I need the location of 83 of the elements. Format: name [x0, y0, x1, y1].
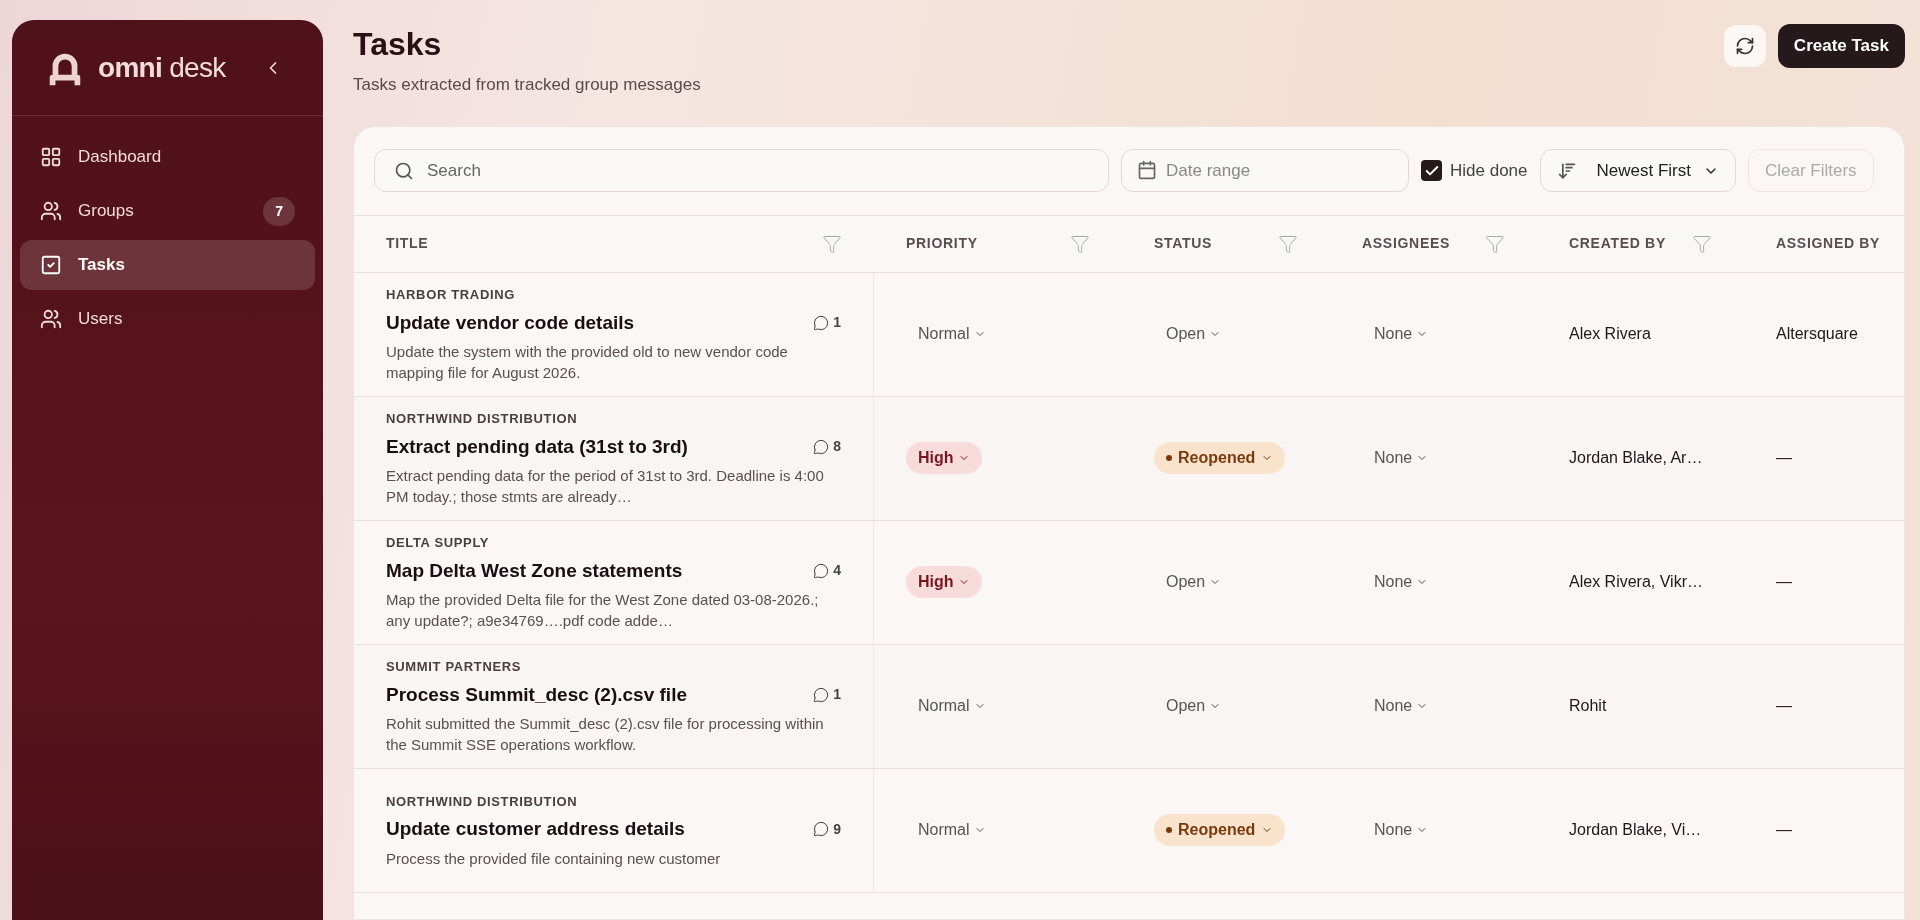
- group-name: HARBOR TRADING: [386, 286, 516, 304]
- comment-icon: [813, 686, 830, 703]
- status-dropdown[interactable]: Open: [1154, 690, 1234, 722]
- search-field[interactable]: Search: [374, 149, 1109, 192]
- priority-dropdown[interactable]: Normal: [906, 814, 998, 846]
- assigned-by: —: [1776, 696, 1792, 716]
- comment-count: 1: [813, 684, 841, 706]
- filter-icon[interactable]: [1692, 233, 1712, 254]
- created-by: Jordan Blake, Vi…: [1569, 820, 1702, 840]
- refresh-icon: [1734, 36, 1755, 56]
- assignees-dropdown[interactable]: None: [1362, 446, 1441, 470]
- task-title: Update customer address details: [386, 817, 685, 841]
- created-by: Alex Rivera: [1569, 324, 1651, 344]
- task-title: Extract pending data (31st to 3rd): [386, 434, 688, 459]
- assigned-by: —: [1776, 448, 1792, 468]
- hide-done-label: Hide done: [1450, 159, 1528, 182]
- create-task-button[interactable]: Create Task: [1777, 24, 1905, 68]
- comment-icon: [813, 562, 830, 579]
- comment-count: 4: [813, 560, 841, 582]
- status-dropdown[interactable]: Open: [1154, 566, 1234, 598]
- hide-done-checkbox[interactable]: [1421, 160, 1442, 181]
- sidebar-item[interactable]: Dashboard: [20, 132, 315, 182]
- priority-dropdown[interactable]: Normal: [906, 690, 998, 722]
- filter-icon[interactable]: [1278, 233, 1298, 254]
- task-description: Update the system with the provided old to new vendor code mapping file for August 2026.: [386, 342, 789, 383]
- status-dropdown[interactable]: Reopened: [1154, 814, 1286, 846]
- column-header: ASSIGNEES: [1362, 234, 1450, 253]
- task-description: Process the provided file containing new customer: [386, 848, 722, 869]
- sidebar-item[interactable]: Groups 7: [20, 186, 315, 236]
- filter-icon[interactable]: [1070, 233, 1090, 254]
- task-title: Map Delta West Zone statements: [386, 558, 683, 583]
- assigned-by: —: [1776, 820, 1792, 840]
- refresh-button[interactable]: [1723, 25, 1766, 67]
- priority-dropdown[interactable]: Normal: [906, 318, 998, 350]
- priority-dropdown[interactable]: High: [906, 566, 982, 598]
- column-header: CREATED BY: [1569, 234, 1666, 253]
- users-icon: [40, 200, 62, 222]
- sidebar-item[interactable]: Tasks: [20, 240, 315, 290]
- assignees-dropdown[interactable]: None: [1362, 694, 1441, 718]
- count-badge: 7: [263, 196, 295, 226]
- logo-text: omni desk: [98, 50, 226, 85]
- comment-count: 1: [813, 312, 841, 334]
- sort-dropdown[interactable]: Newest First: [1539, 149, 1736, 192]
- created-by: Alex Rivera, Vikr…: [1569, 572, 1703, 592]
- status-dropdown[interactable]: Reopened: [1154, 442, 1286, 474]
- column-header: ASSIGNED BY: [1776, 234, 1881, 253]
- group-name: NORTHWIND DISTRIBUTION: [386, 410, 579, 428]
- status-dropdown[interactable]: Open: [1154, 318, 1234, 350]
- task-description: Extract pending data for the period of 31st to 3rd. Deadline is 4:00 PM today.; those stmts are already…: [386, 466, 825, 507]
- date-range-field[interactable]: Date range: [1121, 149, 1409, 192]
- priority-dropdown[interactable]: High: [906, 442, 982, 474]
- checkbox-icon: [40, 254, 62, 276]
- created-by: Jordan Blake, Ar…: [1569, 448, 1703, 468]
- comment-icon: [813, 314, 830, 331]
- comment-count: 8: [813, 436, 841, 458]
- group-name: NORTHWIND DISTRIBUTION: [386, 792, 579, 811]
- assigned-by: Altersquare: [1776, 324, 1858, 344]
- created-by: Rohit: [1569, 696, 1607, 716]
- users-icon: [40, 308, 62, 330]
- assignees-dropdown[interactable]: None: [1362, 322, 1441, 346]
- assigned-by: —: [1776, 572, 1792, 592]
- column-header: TITLE: [386, 234, 429, 253]
- grid-icon: [40, 146, 62, 168]
- filter-icon[interactable]: [822, 233, 842, 254]
- column-header: STATUS: [1154, 234, 1213, 253]
- assignees-dropdown[interactable]: None: [1362, 818, 1441, 842]
- comment-icon: [813, 438, 830, 455]
- comment-icon: [813, 821, 830, 838]
- group-name: SUMMIT PARTNERS: [386, 658, 523, 676]
- group-name: DELTA SUPPLY: [386, 534, 491, 552]
- task-description: Map the provided Delta file for the West Zone dated 03-08-2026.; any update?; a9e34769….pdf code adde…: [386, 590, 820, 631]
- task-title: Update vendor code details: [386, 310, 635, 335]
- sidebar-item[interactable]: Users: [20, 294, 315, 344]
- calendar-icon: [1137, 160, 1157, 180]
- filter-icon[interactable]: [1485, 233, 1505, 254]
- comment-count: 9: [813, 818, 841, 840]
- search-icon: [394, 161, 414, 181]
- page-title: Tasks: [353, 25, 443, 64]
- task-title: Process Summit_desc (2).csv file: [386, 682, 687, 707]
- page-subtitle: Tasks extracted from tracked group messages: [353, 74, 701, 96]
- task-description: Rohit submitted the Summit_desc (2).csv file for processing within the Summit SSE operations workflow.: [386, 714, 825, 755]
- column-header: PRIORITY: [906, 234, 978, 253]
- assignees-dropdown[interactable]: None: [1362, 570, 1441, 594]
